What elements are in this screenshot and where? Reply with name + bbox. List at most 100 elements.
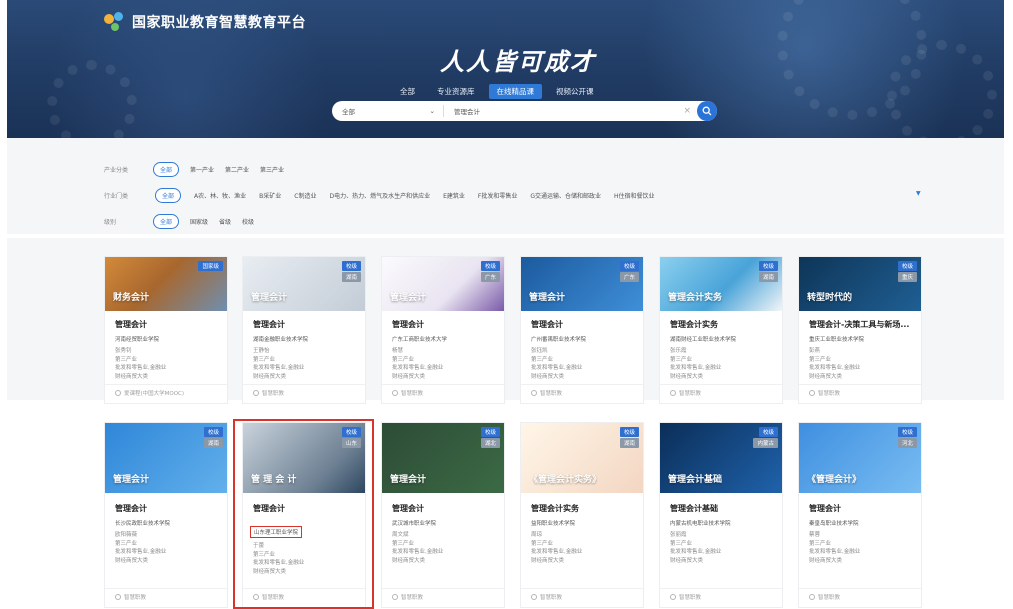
course-card[interactable]: 管理会计 校级 湖北 管理会计 武汉城市职业学院 周文斌 第三产业 批发和零售业,金融业 财经商… — [381, 422, 505, 608]
course-card[interactable]: 管理会计 校级 广东 管理会计 广东工商职业技术大学 杨慧 第三产业 批发和零售业,金融业 财经… — [381, 256, 505, 404]
course-title[interactable]: 管理会计实务 — [531, 503, 633, 514]
tab-open-videos[interactable]: 视频公开课 — [548, 84, 602, 99]
filter-option[interactable]: C制造业 — [294, 191, 316, 200]
search-input[interactable] — [444, 107, 684, 115]
filter-option[interactable]: 校级 — [242, 217, 254, 226]
category: 财经商贸大类 — [253, 373, 287, 380]
course-card[interactable]: 管理会计基础 校级 内蒙古 管理会计基础 内蒙古机电职业技术学院 张丽霞 第三产业 批发和零售… — [659, 422, 783, 608]
search-bar: 全部 ⌄ × — [332, 101, 717, 121]
course-thumbnail[interactable]: 管理会计 校级 广东 — [382, 257, 504, 311]
thumbnail-text: 管理会计 — [113, 475, 150, 485]
filter-option[interactable]: 第三产业 — [260, 165, 284, 174]
clear-icon[interactable]: × — [683, 106, 691, 116]
sector: 批发和零售业,金融业 — [115, 365, 167, 371]
course-row-2: 管理会计 校级 湖南 管理会计 长沙民政职业技术学院 欧阳薇薇 第三产业 批发和零售业,金融业… — [7, 408, 1004, 609]
course-card[interactable]: 管理会计实务 校级 湖南 管理会计实务 湖南财经工业职业技术学院 张乐霞 第三产业 批发和零售… — [659, 256, 783, 404]
search-category-select[interactable]: 全部 ⌄ — [332, 105, 444, 117]
search-button[interactable] — [697, 101, 717, 121]
course-thumbnail[interactable]: 管理会计 校级 湖南 — [105, 423, 227, 493]
card-divider — [105, 384, 227, 385]
course-title[interactable]: 管理会计 — [392, 503, 494, 514]
level-badge: 国家级 — [198, 261, 223, 271]
course-thumbnail[interactable]: 管理会计实务 校级 湖南 — [660, 257, 782, 311]
tab-quality-courses[interactable]: 在线精品课 — [488, 84, 542, 99]
source-icon — [809, 594, 815, 600]
platform-title: 国家职业教育智慧教育平台 — [132, 15, 306, 31]
tab-resource-library[interactable]: 专业资源库 — [429, 84, 483, 99]
filter-option-all[interactable]: 全部 — [153, 214, 180, 229]
course-title[interactable]: 管理会计 — [392, 319, 494, 330]
course-thumbnail[interactable]: 转型时代的 校级 重庆 — [799, 257, 921, 311]
course-thumbnail[interactable]: 管 理 会 计 校级 山东 — [243, 423, 365, 493]
course-card[interactable]: 管理会计 校级 湖南 管理会计 湖南金融职业技术学院 王静怡 第三产业 批发和零售业,金融业财… — [242, 256, 366, 404]
course-title[interactable]: 管理会计 — [531, 319, 633, 330]
card-body: 管理会计基础 内蒙古机电职业技术学院 张丽霞 第三产业 批发和零售业,金融业 财经商贸大类 — [660, 493, 782, 565]
filter-option-all[interactable]: 全部 — [153, 162, 180, 177]
source-icon — [115, 390, 121, 396]
course-card[interactable]: 管理会计 校级 湖南 管理会计 长沙民政职业技术学院 欧阳薇薇 第三产业 批发和零售业,金融业… — [104, 422, 228, 608]
filter-option[interactable]: A农、林、牧、渔业 — [194, 191, 246, 200]
chevron-down-icon: ⌄ — [429, 107, 435, 115]
school-name: 广州番禺职业技术学院 — [531, 337, 587, 343]
course-thumbnail[interactable]: 管理会计 校级 湖北 — [382, 423, 504, 493]
course-card[interactable]: 《管理会计实务》 校级 湖南 管理会计实务 益阳职业技术学院 周琼 第三产业 批发和零售业,金… — [520, 422, 644, 608]
course-thumbnail[interactable]: 财务会计 国家级 — [105, 257, 227, 311]
card-body: 管理会计 河南经贸职业学院 张秀钊 第三产业 批发和零售业,金融业 财经商贸大类 — [105, 311, 227, 381]
course-source: 智慧职教 — [253, 389, 284, 397]
filter-option[interactable]: 第一产业 — [190, 165, 214, 174]
course-thumbnail[interactable]: 管理会计 校级 湖南 — [243, 257, 365, 311]
card-divider — [105, 588, 227, 589]
sector: 批发和零售业,金融业 — [809, 549, 861, 555]
course-thumbnail[interactable]: 《管理会计》 校级 河北 — [799, 423, 921, 493]
card-body: 管理会计实务 湖南财经工业职业技术学院 张乐霞 第三产业 批发和零售业,金融业 财经商贸大… — [660, 311, 782, 381]
filter-row-sector: 行业门类 全部 A农、林、牧、渔业 B采矿业 C制造业 D电力、热力、燃气及水生… — [104, 188, 655, 203]
course-thumbnail[interactable]: 管理会计基础 校级 内蒙古 — [660, 423, 782, 493]
course-card[interactable]: 《管理会计》 校级 河北 管理会计 秦皇岛职业技术学院 蔡蓉 第三产业 批发和零售业,金融业财… — [798, 422, 922, 608]
thumbnail-text: 管理会计实务 — [668, 293, 723, 303]
course-title[interactable]: 管理会计基础 — [670, 503, 772, 514]
badge-level: 校级 — [619, 261, 639, 271]
category: 财经商贸大类 — [115, 373, 149, 380]
tab-all[interactable]: 全部 — [392, 84, 423, 99]
filter-option[interactable]: 国家级 — [190, 217, 208, 226]
course-title[interactable]: 管理会计-决策工具与新场... — [809, 319, 911, 330]
sector: 批发和零售业,金融业 — [115, 549, 167, 555]
teacher-name: 张乐霞 — [670, 348, 687, 354]
course-title[interactable]: 管理会计 — [253, 319, 355, 330]
industry: 第三产业 — [809, 356, 832, 363]
industry: 第三产业 — [392, 540, 415, 547]
course-card[interactable]: 财务会计 国家级 管理会计 河南经贸职业学院 张秀钊 第三产业 批发和零售业,金融业 财经商贸… — [104, 256, 228, 404]
expand-caret-icon[interactable]: ▼ — [916, 190, 921, 197]
course-title[interactable]: 管理会计 — [115, 503, 217, 514]
course-title[interactable]: 管理会计 — [115, 319, 217, 330]
filter-option[interactable]: 第二产业 — [225, 165, 249, 174]
filter-option[interactable]: H住宿和餐饮业 — [614, 191, 655, 200]
filter-option[interactable]: D电力、热力、燃气及水生产和供应业 — [329, 191, 430, 200]
filter-option[interactable]: B采矿业 — [259, 191, 281, 200]
teacher-name: 张丽霞 — [670, 532, 687, 538]
course-source: 智慧职教 — [115, 593, 146, 601]
school-name: 广东工商职业技术大学 — [392, 337, 448, 343]
course-title[interactable]: 管理会计 — [809, 503, 911, 514]
course-thumbnail[interactable]: 管理会计 校级 广东 — [521, 257, 643, 311]
source-icon — [531, 390, 537, 396]
course-card[interactable]: 转型时代的 校级 重庆 管理会计-决策工具与新场... 重庆工业职业技术学院 彭燕 第三产业… — [798, 256, 922, 404]
filter-option-all[interactable]: 全部 — [155, 188, 182, 203]
badge-level: 校级 — [480, 261, 500, 271]
filter-option[interactable]: G交通运输、仓储和邮政业 — [530, 191, 601, 200]
course-title[interactable]: 管理会计实务 — [670, 319, 772, 330]
teacher-name: 周琼 — [531, 532, 543, 538]
course-card[interactable]: 管 理 会 计 校级 山东 管理会计 山东理工职业学院 于蕾 第三产业 批发和零售业,金融业财… — [242, 422, 366, 608]
course-thumbnail[interactable]: 《管理会计实务》 校级 湖南 — [521, 423, 643, 493]
filter-option[interactable]: 省级 — [219, 217, 231, 226]
platform-logo[interactable]: 国家职业教育智慧教育平台 — [104, 12, 306, 32]
card-divider — [660, 588, 782, 589]
sector: 批发和零售业,金融业 — [809, 365, 861, 371]
course-title[interactable]: 管理会计 — [253, 503, 355, 514]
filter-option[interactable]: E建筑业 — [443, 191, 465, 200]
industry: 第三产业 — [392, 356, 415, 363]
school-name: 重庆工业职业技术学院 — [809, 337, 865, 343]
industry: 第三产业 — [115, 540, 138, 547]
filter-option[interactable]: F批发和零售业 — [478, 191, 517, 200]
course-card[interactable]: 管理会计 校级 广东 管理会计 广州番禺职业技术学院 张钰凯 第三产业 批发和零售业,金融业财… — [520, 256, 644, 404]
